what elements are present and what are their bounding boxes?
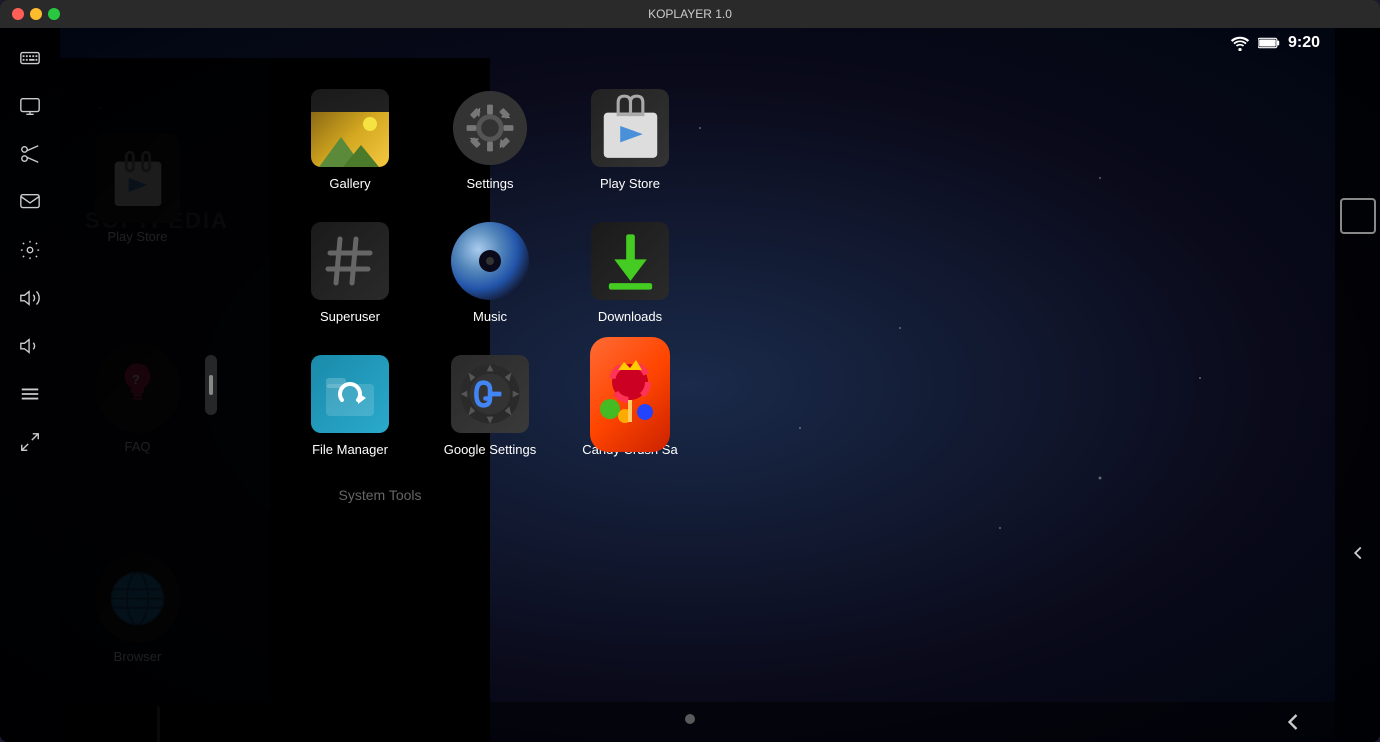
window-chrome: KOPLAYER 1.0 SOFTPEDIA 9:20 [0,0,1380,742]
app-settings-label: Settings [467,176,514,191]
minimize-button[interactable] [30,8,42,20]
app-play-store[interactable]: Play Store [560,73,700,206]
app-file-manager[interactable]: File Manager [280,339,420,472]
left-sidebar [0,28,60,742]
sidebar-volume-up[interactable] [10,278,50,318]
app-google-settings[interactable]: Google Settings [420,339,560,472]
app-play-store-label: Play Store [600,176,660,191]
drawer-handle[interactable] [205,355,217,415]
sidebar-menu[interactable] [10,374,50,414]
sidebar-settings[interactable] [10,230,50,270]
sidebar-screen[interactable] [10,86,50,126]
sidebar-fullscreen[interactable] [10,422,50,462]
status-time: 9:20 [1288,34,1320,52]
status-bar: 9:20 [60,28,1335,58]
android-screen: SOFTPEDIA 9:20 [0,28,1380,742]
app-settings[interactable]: Settings [420,73,560,206]
app-superuser[interactable]: Superuser [280,206,420,339]
sidebar-volume-down[interactable] [10,326,50,366]
app-gallery-label: Gallery [329,176,370,191]
sidebar-message[interactable] [10,182,50,222]
app-music-label: Music [473,309,507,324]
apps-drawer: Gallery [60,58,490,742]
right-sidebar [1335,28,1380,742]
nav-back-icon[interactable] [1279,708,1307,736]
title-bar: KOPLAYER 1.0 [0,0,1380,28]
window-title: KOPLAYER 1.0 [648,7,732,21]
app-downloads[interactable]: Downloads [560,206,700,339]
app-gallery[interactable]: Gallery [280,73,420,206]
app-google-settings-label: Google Settings [444,442,537,457]
app-file-manager-label: File Manager [312,442,388,457]
sidebar-scissors[interactable] [10,134,50,174]
app-downloads-label: Downloads [598,309,662,324]
traffic-lights [12,8,60,20]
app-superuser-label: Superuser [320,309,380,324]
close-button[interactable] [12,8,24,20]
maximize-button[interactable] [48,8,60,20]
app-music[interactable]: Music [420,206,560,339]
section-label: System Tools [270,487,490,515]
sidebar-keyboard[interactable] [10,38,50,78]
apps-grid: Gallery [270,58,490,487]
app-candy-crush[interactable]: Candy Crush Sa [560,339,700,472]
battery-icon [1258,35,1280,51]
right-back-button[interactable] [1338,533,1378,573]
right-home-button[interactable] [1340,198,1376,234]
wifi-icon [1230,35,1250,51]
